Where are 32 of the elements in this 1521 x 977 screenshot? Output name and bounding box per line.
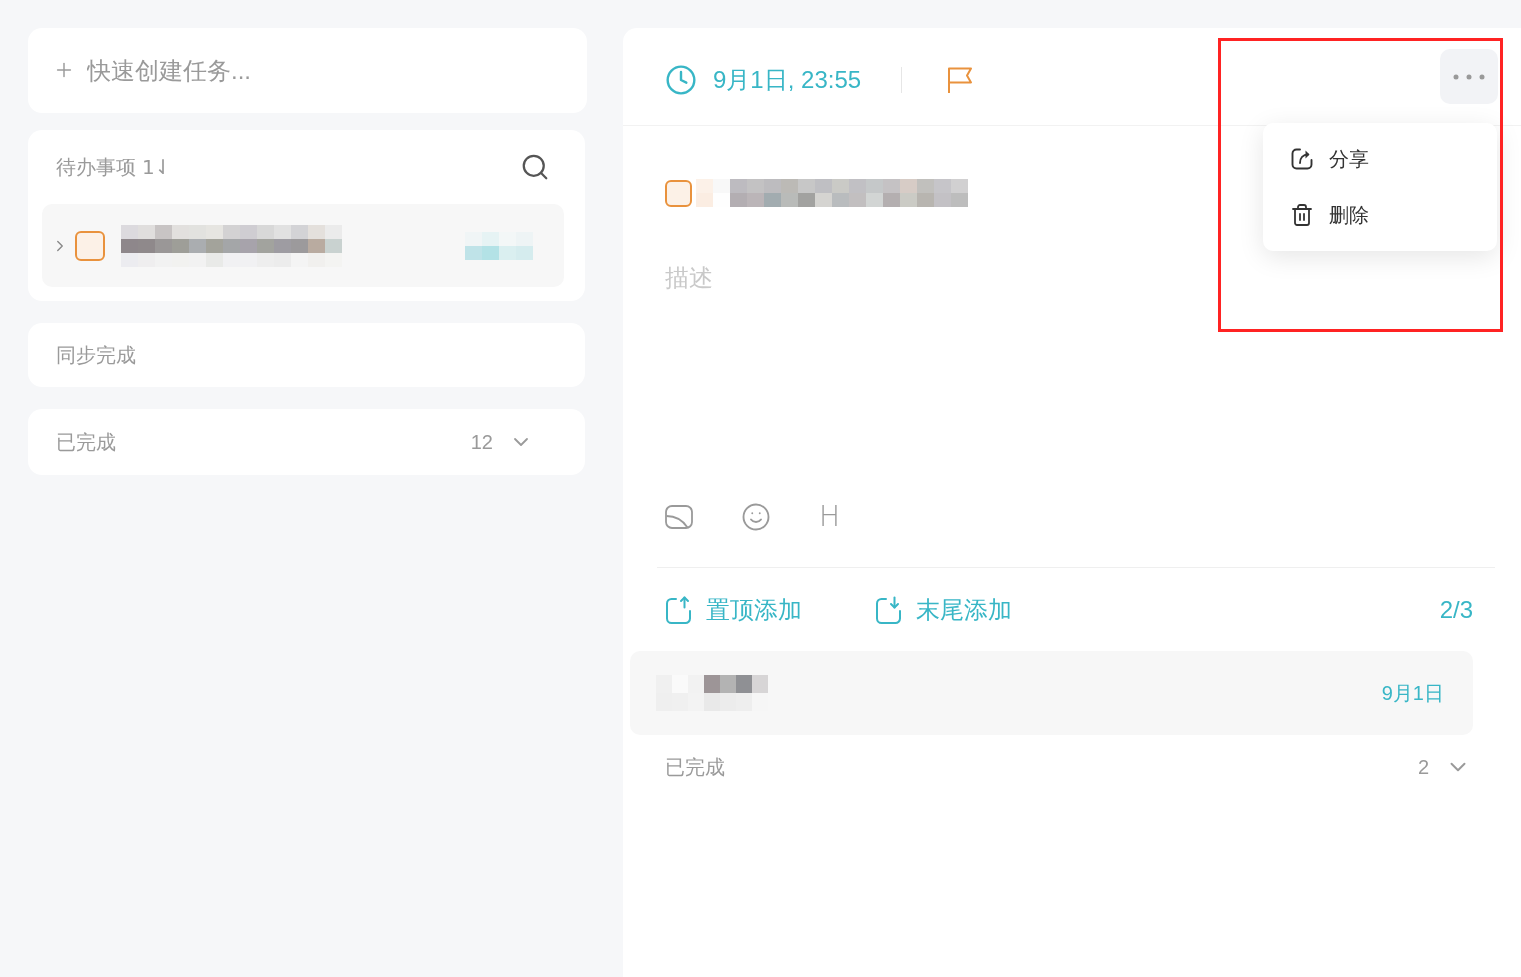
section-count: 12 xyxy=(470,430,493,454)
emoji-icon[interactable] xyxy=(741,502,771,532)
pixelated-text xyxy=(465,231,533,260)
flag-icon[interactable] xyxy=(946,65,975,94)
task-checkbox[interactable] xyxy=(75,230,105,261)
section-title: 已完成 xyxy=(56,429,116,455)
add-bottom-icon xyxy=(875,596,902,624)
delete-menu-item[interactable]: 删除 xyxy=(1263,187,1497,243)
share-icon xyxy=(1290,147,1314,171)
subtask-date: 9月1日 xyxy=(1381,680,1444,706)
due-date[interactable]: 9月1日, 23:55 xyxy=(713,63,862,96)
task-item[interactable] xyxy=(42,204,564,287)
heading-button[interactable]: H xyxy=(819,503,841,531)
add-to-top-button[interactable]: 置顶添加 xyxy=(665,594,802,626)
trash-icon xyxy=(1290,203,1314,227)
subtask-item[interactable]: 9月1日 xyxy=(630,651,1473,735)
task-checkbox[interactable] xyxy=(665,179,692,207)
list-title: 待办事项 xyxy=(56,154,136,180)
add-to-bottom-button[interactable]: 末尾添加 xyxy=(875,594,1012,626)
add-top-icon xyxy=(665,596,692,624)
completed-label: 已完成 xyxy=(665,754,725,780)
more-button[interactable] xyxy=(1440,49,1498,104)
section-title: 同步完成 xyxy=(56,342,136,368)
share-menu-item[interactable]: 分享 xyxy=(1263,131,1497,187)
sort-toggle[interactable]: 1⇃ xyxy=(142,155,172,179)
clock-icon[interactable] xyxy=(665,63,697,96)
completed-count: 2 xyxy=(1417,755,1429,779)
more-icon xyxy=(1453,73,1485,80)
subtask-count: 2/3 xyxy=(1439,596,1473,624)
quick-create-input[interactable]: 快速创建任务... xyxy=(28,28,587,113)
search-icon[interactable] xyxy=(520,152,550,182)
image-icon[interactable] xyxy=(665,505,693,529)
